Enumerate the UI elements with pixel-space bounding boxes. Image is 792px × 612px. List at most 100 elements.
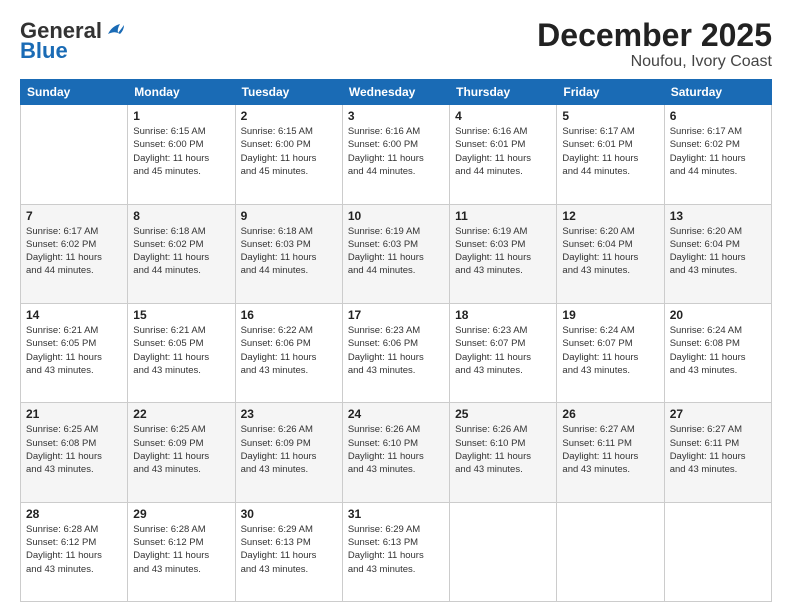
calendar-day-cell: 16 Sunrise: 6:22 AM Sunset: 6:06 PM Dayli… [235,303,342,402]
day-number: 26 [562,407,658,421]
day-info: Sunrise: 6:26 AM Sunset: 6:09 PM Dayligh… [241,423,337,476]
calendar-day-cell: 24 Sunrise: 6:26 AM Sunset: 6:10 PM Dayli… [342,403,449,502]
logo-bird-icon [104,20,126,42]
day-info: Sunrise: 6:26 AM Sunset: 6:10 PM Dayligh… [455,423,551,476]
day-info: Sunrise: 6:26 AM Sunset: 6:10 PM Dayligh… [348,423,444,476]
day-number: 15 [133,308,229,322]
day-number: 18 [455,308,551,322]
day-info: Sunrise: 6:17 AM Sunset: 6:02 PM Dayligh… [670,125,766,178]
day-number: 2 [241,109,337,123]
calendar-day-cell: 29 Sunrise: 6:28 AM Sunset: 6:12 PM Dayli… [128,502,235,601]
day-info: Sunrise: 6:27 AM Sunset: 6:11 PM Dayligh… [562,423,658,476]
calendar-day-cell: 14 Sunrise: 6:21 AM Sunset: 6:05 PM Dayli… [21,303,128,402]
day-number: 28 [26,507,122,521]
day-number: 9 [241,209,337,223]
day-info: Sunrise: 6:16 AM Sunset: 6:00 PM Dayligh… [348,125,444,178]
calendar-day-cell: 9 Sunrise: 6:18 AM Sunset: 6:03 PM Daylig… [235,204,342,303]
page-title: December 2025 [537,18,772,53]
calendar-day-cell: 7Sunrise: 6:17 AM Sunset: 6:02 PM Daylig… [21,204,128,303]
calendar-day-cell: 4 Sunrise: 6:16 AM Sunset: 6:01 PM Daylig… [450,105,557,204]
day-info: Sunrise: 6:19 AM Sunset: 6:03 PM Dayligh… [455,225,551,278]
day-info: Sunrise: 6:15 AM Sunset: 6:00 PM Dayligh… [133,125,229,178]
day-number: 5 [562,109,658,123]
day-info: Sunrise: 6:15 AM Sunset: 6:00 PM Dayligh… [241,125,337,178]
calendar-day-cell: 17 Sunrise: 6:23 AM Sunset: 6:06 PM Dayli… [342,303,449,402]
calendar-day-cell: 19 Sunrise: 6:24 AM Sunset: 6:07 PM Dayli… [557,303,664,402]
day-number: 20 [670,308,766,322]
day-number: 19 [562,308,658,322]
calendar-day-cell: 25 Sunrise: 6:26 AM Sunset: 6:10 PM Dayli… [450,403,557,502]
day-number: 17 [348,308,444,322]
day-info: Sunrise: 6:24 AM Sunset: 6:07 PM Dayligh… [562,324,658,377]
day-number: 1 [133,109,229,123]
day-number: 12 [562,209,658,223]
calendar-day-cell: 23 Sunrise: 6:26 AM Sunset: 6:09 PM Dayli… [235,403,342,502]
day-info: Sunrise: 6:27 AM Sunset: 6:11 PM Dayligh… [670,423,766,476]
calendar-week-row: 28 Sunrise: 6:28 AM Sunset: 6:12 PM Dayli… [21,502,772,601]
calendar-day-cell: 28 Sunrise: 6:28 AM Sunset: 6:12 PM Dayli… [21,502,128,601]
day-number: 16 [241,308,337,322]
day-info: Sunrise: 6:29 AM Sunset: 6:13 PM Dayligh… [348,523,444,576]
calendar-day-cell: 15 Sunrise: 6:21 AM Sunset: 6:05 PM Dayli… [128,303,235,402]
calendar-day-cell: 22Sunrise: 6:25 AM Sunset: 6:09 PM Dayli… [128,403,235,502]
day-number: 25 [455,407,551,421]
calendar-table: SundayMondayTuesdayWednesdayThursdayFrid… [20,79,772,602]
page-subtitle: Noufou, Ivory Coast [537,53,772,71]
day-number: 22 [133,407,229,421]
day-info: Sunrise: 6:22 AM Sunset: 6:06 PM Dayligh… [241,324,337,377]
calendar-day-cell: 31 Sunrise: 6:29 AM Sunset: 6:13 PM Dayli… [342,502,449,601]
day-info: Sunrise: 6:20 AM Sunset: 6:04 PM Dayligh… [670,225,766,278]
day-info: Sunrise: 6:18 AM Sunset: 6:03 PM Dayligh… [241,225,337,278]
day-info: Sunrise: 6:24 AM Sunset: 6:08 PM Dayligh… [670,324,766,377]
calendar-day-cell: 13 Sunrise: 6:20 AM Sunset: 6:04 PM Dayli… [664,204,771,303]
weekday-header: Friday [557,80,664,105]
day-number: 3 [348,109,444,123]
day-number: 29 [133,507,229,521]
weekday-header: Thursday [450,80,557,105]
day-info: Sunrise: 6:29 AM Sunset: 6:13 PM Dayligh… [241,523,337,576]
day-info: Sunrise: 6:28 AM Sunset: 6:12 PM Dayligh… [26,523,122,576]
calendar-day-cell: 11Sunrise: 6:19 AM Sunset: 6:03 PM Dayli… [450,204,557,303]
title-block: December 2025 Noufou, Ivory Coast [537,18,772,71]
calendar-day-cell [450,502,557,601]
calendar-day-cell: 26 Sunrise: 6:27 AM Sunset: 6:11 PM Dayli… [557,403,664,502]
calendar-day-cell: 8 Sunrise: 6:18 AM Sunset: 6:02 PM Daylig… [128,204,235,303]
day-info: Sunrise: 6:16 AM Sunset: 6:01 PM Dayligh… [455,125,551,178]
day-info: Sunrise: 6:21 AM Sunset: 6:05 PM Dayligh… [26,324,122,377]
day-number: 24 [348,407,444,421]
weekday-header: Tuesday [235,80,342,105]
calendar-week-row: 21 Sunrise: 6:25 AM Sunset: 6:08 PM Dayli… [21,403,772,502]
day-info: Sunrise: 6:25 AM Sunset: 6:08 PM Dayligh… [26,423,122,476]
day-info: Sunrise: 6:17 AM Sunset: 6:01 PM Dayligh… [562,125,658,178]
calendar-day-cell: 2 Sunrise: 6:15 AM Sunset: 6:00 PM Daylig… [235,105,342,204]
calendar-week-row: 7Sunrise: 6:17 AM Sunset: 6:02 PM Daylig… [21,204,772,303]
day-info: Sunrise: 6:23 AM Sunset: 6:07 PM Dayligh… [455,324,551,377]
calendar-week-row: 1 Sunrise: 6:15 AM Sunset: 6:00 PM Daylig… [21,105,772,204]
day-info: Sunrise: 6:18 AM Sunset: 6:02 PM Dayligh… [133,225,229,278]
calendar-day-cell: 21 Sunrise: 6:25 AM Sunset: 6:08 PM Dayli… [21,403,128,502]
day-info: Sunrise: 6:23 AM Sunset: 6:06 PM Dayligh… [348,324,444,377]
day-info: Sunrise: 6:17 AM Sunset: 6:02 PM Dayligh… [26,225,122,278]
calendar-day-cell: 6Sunrise: 6:17 AM Sunset: 6:02 PM Daylig… [664,105,771,204]
day-number: 4 [455,109,551,123]
day-number: 23 [241,407,337,421]
calendar-day-cell: 5 Sunrise: 6:17 AM Sunset: 6:01 PM Daylig… [557,105,664,204]
day-number: 13 [670,209,766,223]
day-number: 31 [348,507,444,521]
day-number: 8 [133,209,229,223]
calendar-week-row: 14 Sunrise: 6:21 AM Sunset: 6:05 PM Dayli… [21,303,772,402]
calendar-day-cell: 1 Sunrise: 6:15 AM Sunset: 6:00 PM Daylig… [128,105,235,204]
logo-blue-text: Blue [20,38,68,64]
day-number: 21 [26,407,122,421]
calendar-day-cell [557,502,664,601]
day-number: 27 [670,407,766,421]
day-info: Sunrise: 6:28 AM Sunset: 6:12 PM Dayligh… [133,523,229,576]
day-number: 30 [241,507,337,521]
calendar-day-cell: 30 Sunrise: 6:29 AM Sunset: 6:13 PM Dayli… [235,502,342,601]
logo: General Blue [20,18,126,64]
day-number: 14 [26,308,122,322]
weekday-header: Monday [128,80,235,105]
page: General Blue December 2025 Noufou, Ivory… [0,0,792,612]
day-info: Sunrise: 6:21 AM Sunset: 6:05 PM Dayligh… [133,324,229,377]
day-info: Sunrise: 6:20 AM Sunset: 6:04 PM Dayligh… [562,225,658,278]
